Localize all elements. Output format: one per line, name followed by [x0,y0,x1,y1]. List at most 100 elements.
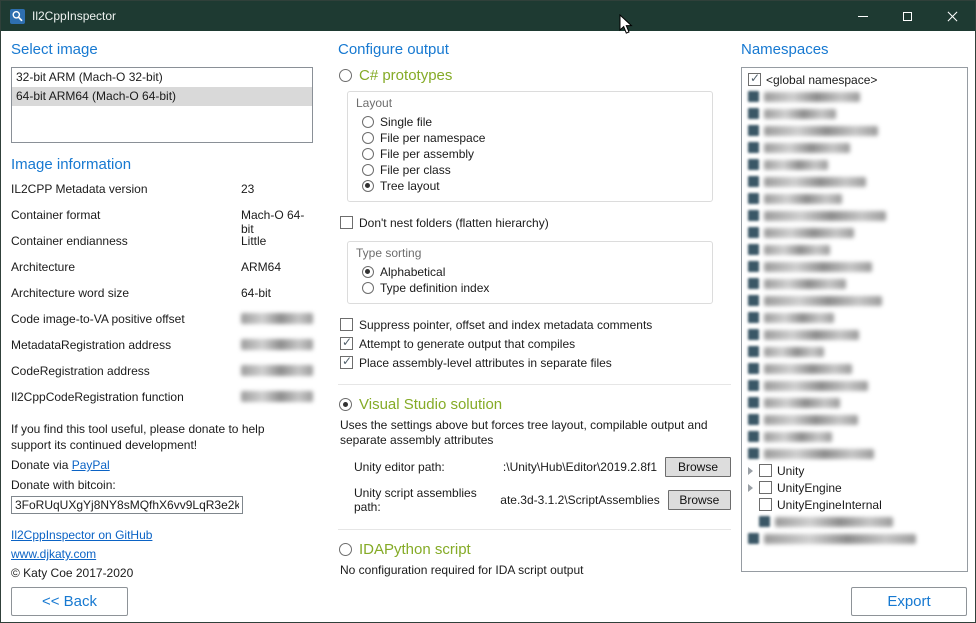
namespace-row[interactable] [748,139,965,156]
info-row: IL2CPP Metadata version23 [11,182,313,208]
minimize-icon [858,16,868,17]
namespace-row[interactable] [748,173,965,190]
redacted-namespace-label [764,296,882,306]
namespace-row[interactable]: UnityEngine [748,479,965,496]
namespace-row[interactable] [748,292,965,309]
redacted-checkbox-icon [759,516,770,527]
namespace-row[interactable]: Unity [748,462,965,479]
namespace-row[interactable] [748,411,965,428]
browse-script-assemblies-button[interactable]: Browse [668,490,731,510]
image-information-heading: Image information [11,156,313,173]
radio-icon [339,543,352,556]
namespaces-section: Namespaces <global namespace>UnityUnityE… [741,39,968,572]
namespace-label: Unity [777,464,804,478]
unity-script-assemblies-path-row: Unity script assemblies path: ate.3d-3.1… [354,486,731,514]
checkbox-label: Suppress pointer, offset and index metad… [359,318,652,332]
redacted-namespace-label [764,211,886,221]
radio-icon [362,282,374,294]
info-value: Little [241,234,313,248]
redacted-checkbox-icon [748,244,759,255]
namespace-row[interactable] [748,360,965,377]
radio-label: File per class [380,163,451,177]
unity-script-assemblies-path-label: Unity script assemblies path: [354,486,500,514]
unity-script-assemblies-path-value: ate.3d-3.1.2\ScriptAssemblies [500,493,659,507]
namespace-row[interactable] [748,513,965,530]
namespace-row[interactable] [748,530,965,547]
radio-option[interactable]: Single file [362,114,702,129]
checkbox-option[interactable]: Attempt to generate output that compiles [340,335,731,352]
redacted-checkbox-icon [748,125,759,136]
info-value: ARM64 [241,260,313,274]
radio-label: Type definition index [380,281,489,295]
radio-option[interactable]: Alphabetical [362,264,702,279]
idapython-script-radio[interactable]: IDAPython script [339,541,731,558]
namespace-row[interactable] [748,377,965,394]
redacted-checkbox-icon [748,533,759,544]
namespace-row[interactable]: UnityEngineInternal [748,496,965,513]
namespace-row[interactable] [748,394,965,411]
namespace-row[interactable] [748,343,965,360]
redacted-checkbox-icon [748,278,759,289]
namespace-row[interactable] [748,190,965,207]
redacted-checkbox-icon [748,210,759,221]
namespace-row[interactable] [748,241,965,258]
app-icon [10,9,25,24]
redacted-checkbox-icon [748,193,759,204]
back-button[interactable]: << Back [11,587,128,616]
redacted-namespace-label [764,143,850,153]
close-button[interactable] [930,1,975,31]
redacted-namespace-label [764,364,852,374]
radio-option[interactable]: Type definition index [362,280,702,295]
namespace-row[interactable] [748,275,965,292]
namespaces-list[interactable]: <global namespace> UnityUnityEngineUnityE… [741,67,968,572]
image-list-item[interactable]: 32-bit ARM (Mach-O 32-bit) [12,68,312,87]
namespace-row[interactable] [748,88,965,105]
namespace-row[interactable] [748,122,965,139]
expander-icon[interactable] [748,484,753,492]
website-link[interactable]: www.djkaty.com [11,547,96,561]
namespace-row[interactable] [748,445,965,462]
namespace-row[interactable] [748,258,965,275]
info-label: Code image-to-VA positive offset [11,312,241,326]
select-image-heading: Select image [11,41,313,58]
namespace-row[interactable] [748,105,965,122]
browse-editor-path-button[interactable]: Browse [665,457,731,477]
namespace-row[interactable] [748,156,965,173]
radio-option[interactable]: File per assembly [362,146,702,161]
maximize-button[interactable] [885,1,930,31]
info-row: Container formatMach-O 64-bit [11,208,313,234]
configure-output-section: Configure output C# prototypes Layout Si… [338,39,731,578]
info-row: ArchitectureARM64 [11,260,313,286]
radio-option[interactable]: File per class [362,162,702,177]
bitcoin-address-input[interactable] [11,496,243,514]
csharp-prototypes-radio[interactable]: C# prototypes [339,67,731,84]
radio-label: File per assembly [380,147,474,161]
visual-studio-solution-radio[interactable]: Visual Studio solution [339,396,731,413]
redacted-checkbox-icon [748,159,759,170]
namespace-row[interactable] [748,428,965,445]
redacted-checkbox-icon [748,295,759,306]
namespace-row[interactable] [748,309,965,326]
radio-option[interactable]: Tree layout [362,178,702,193]
image-listbox[interactable]: 32-bit ARM (Mach-O 32-bit)64-bit ARM64 (… [11,67,313,143]
namespace-row[interactable]: <global namespace> [748,71,965,88]
checkbox-option[interactable]: Suppress pointer, offset and index metad… [340,316,731,333]
export-button[interactable]: Export [851,587,967,616]
radio-option[interactable]: File per namespace [362,130,702,145]
checkbox-icon [340,216,353,229]
redacted-namespace-label [764,330,859,340]
expander-icon[interactable] [748,467,753,475]
checkbox-option[interactable]: Place assembly-level attributes in separ… [340,354,731,371]
namespace-row[interactable] [748,326,965,343]
section-separator [338,384,731,385]
github-link[interactable]: Il2CppInspector on GitHub [11,528,152,542]
image-list-item[interactable]: 64-bit ARM64 (Mach-O 64-bit) [12,87,312,106]
paypal-link[interactable]: PayPal [72,458,110,472]
namespace-row[interactable] [748,207,965,224]
redacted-value [241,313,313,324]
namespace-row[interactable] [748,224,965,241]
minimize-button[interactable] [840,1,885,31]
checkbox-icon [759,464,772,477]
checkbox-option[interactable]: Don't nest folders (flatten hierarchy) [340,214,731,231]
donate-via-prefix: Donate via [11,458,72,472]
